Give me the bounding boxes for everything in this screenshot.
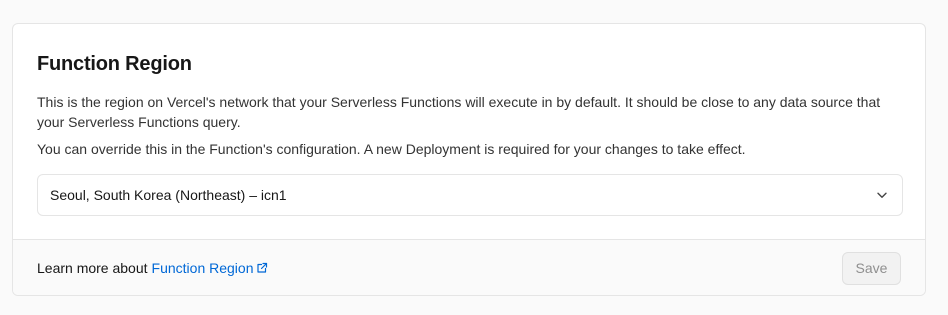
section-description: This is the region on Vercel's network t… [37,94,881,130]
region-select-value: Seoul, South Korea (Northeast) – icn1 [50,187,287,203]
learn-more-text: Learn more about Function Region [37,260,268,276]
region-select[interactable]: Seoul, South Korea (Northeast) – icn1 [37,174,903,216]
card-footer: Learn more about Function Region Save [13,239,925,295]
learn-more-link-label: Function Region [151,260,254,276]
card-body: Function Region This is the region on Ve… [13,24,925,239]
function-region-docs-link[interactable]: Function Region [152,260,269,276]
save-button[interactable]: Save [842,251,901,285]
chevron-down-icon [874,187,890,203]
section-note: You can override this in the Function's … [37,141,746,157]
function-region-card: Function Region This is the region on Ve… [12,23,926,296]
external-link-icon [256,262,268,274]
learn-more-prefix: Learn more about [37,260,148,276]
section-title: Function Region [37,53,192,75]
